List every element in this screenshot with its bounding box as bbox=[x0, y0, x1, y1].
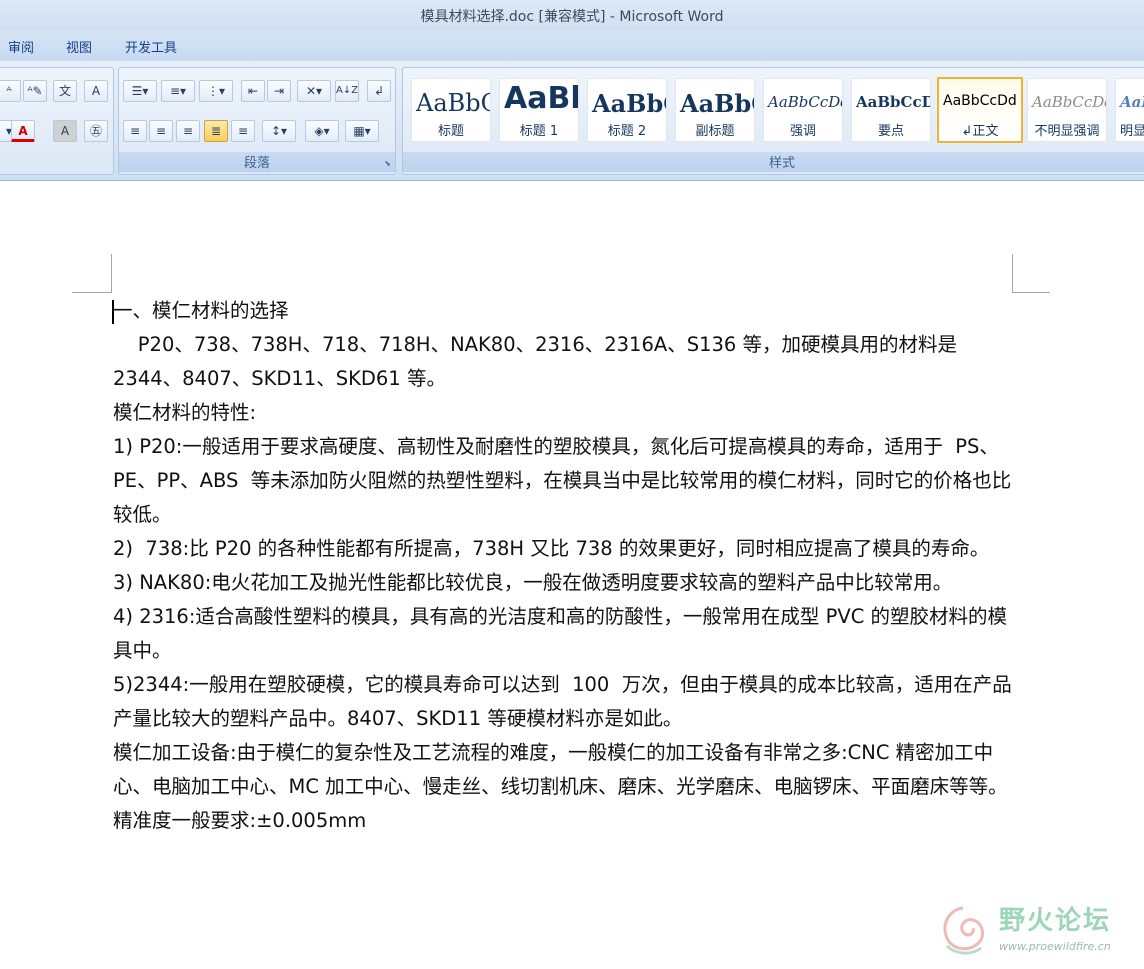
window-title: 模具材料选择.doc [兼容模式] - Microsoft Word bbox=[420, 9, 724, 25]
crop-mark-left-h bbox=[72, 292, 112, 293]
paragraph: 5)2344:一般用在塑胶硬模，它的模具寿命可以达到 100 万次，但由于模具的… bbox=[113, 673, 1012, 730]
ribbon-tabs: 审阅 视图 开发工具 bbox=[0, 31, 1144, 61]
document-area[interactable]: 一、模仁材料的选择 P20、738、738H、718、718H、NAK80、23… bbox=[0, 182, 1144, 969]
align-right-icon[interactable]: ≡ bbox=[176, 120, 200, 142]
style-name: 标题 1 bbox=[519, 124, 559, 139]
style-sample: AaB bbox=[1120, 93, 1144, 111]
paragraph: 模仁材料的特性: bbox=[113, 401, 257, 424]
clear-format-icon[interactable]: ᴬ✎ bbox=[23, 80, 47, 102]
enclose-char-icon[interactable]: ㊄ bbox=[84, 120, 108, 142]
ribbon: ᴬ ᴬ✎ 文 A ▾ A A ㊄ ☰▾ ≡▾ ⋮▾ ⇤ ⇥ ✕▾ A↓Z ↲ ≡… bbox=[0, 61, 1144, 181]
tab-view[interactable]: 视图 bbox=[66, 37, 92, 56]
style-name: 明显 bbox=[1120, 124, 1144, 139]
paragraph-group-label: 段落 bbox=[119, 152, 395, 172]
phonetic-guide-icon[interactable]: 文 bbox=[53, 80, 77, 102]
crop-mark-right-v bbox=[1012, 254, 1013, 292]
paragraph: 2) 738:比 P20 的各种性能都有所提高，738H 又比 738 的效果更… bbox=[113, 537, 990, 560]
distributed-icon[interactable]: ≡ bbox=[231, 120, 255, 142]
paragraph: P20、738、738H、718、718H、NAK80、2316、2316A、S… bbox=[113, 333, 964, 390]
borders-icon[interactable]: ▦▾ bbox=[345, 120, 379, 142]
style-subtle-emphasis[interactable]: AaBbCcDd 不明显强调 bbox=[1027, 78, 1107, 142]
align-left-icon[interactable]: ≡ bbox=[123, 120, 147, 142]
multilevel-list-icon[interactable]: ⋮▾ bbox=[199, 80, 233, 102]
shading-icon[interactable]: ◈▾ bbox=[305, 120, 339, 142]
paragraph-group: ☰▾ ≡▾ ⋮▾ ⇤ ⇥ ✕▾ A↓Z ↲ ≡ ≡ ≡ ≣ ≡ ↕▾ ◈▾ ▦▾… bbox=[118, 67, 396, 175]
justify-icon[interactable]: ≣ bbox=[204, 120, 228, 142]
style-normal[interactable]: AaBbCcDd ↲正文 bbox=[937, 77, 1023, 143]
tab-review[interactable]: 审阅 bbox=[8, 37, 34, 56]
style-sample: AaBb bbox=[504, 81, 578, 116]
watermark: 野火论坛 www.proewildfire.cn bbox=[935, 896, 1140, 960]
line-spacing-icon[interactable]: ↕▾ bbox=[262, 120, 296, 142]
paragraph: 3) NAK80:电火花加工及抛光性能都比较优良，一般在做透明度要求较高的塑料产… bbox=[113, 571, 953, 594]
watermark-url: www.proewildfire.cn bbox=[999, 940, 1111, 953]
style-name: 副标题 bbox=[695, 124, 735, 139]
sort-icon[interactable]: A↓Z bbox=[335, 80, 359, 102]
align-center-icon[interactable]: ≡ bbox=[149, 120, 173, 142]
font-color-icon[interactable]: A bbox=[11, 120, 35, 142]
style-sample: AaBbCcDd bbox=[768, 93, 843, 111]
style-sample: AaBbCcD bbox=[856, 93, 931, 111]
char-border-icon[interactable]: A bbox=[84, 80, 108, 102]
char-shading-icon[interactable]: A bbox=[53, 120, 77, 142]
increase-indent-icon[interactable]: ⇥ bbox=[267, 80, 291, 102]
paragraph: 精准度一般要求:±0.005mm bbox=[113, 809, 367, 832]
crop-mark-left-v bbox=[111, 254, 112, 292]
paragraph: 模仁加工设备:由于模仁的复杂性及工艺流程的难度，一般模仁的加工设备有非常之多:C… bbox=[113, 741, 1008, 798]
style-sample: AaBbC bbox=[592, 89, 666, 118]
shrink-font-icon[interactable]: ᴬ bbox=[0, 80, 21, 102]
chinese-layout-icon[interactable]: ✕▾ bbox=[297, 80, 331, 102]
style-heading2[interactable]: AaBbC 标题 2 bbox=[587, 78, 667, 142]
style-sample: AaBbCcDd bbox=[943, 93, 1017, 109]
watermark-logo-icon bbox=[943, 906, 985, 955]
style-subtitle[interactable]: AaBbC 副标题 bbox=[675, 78, 755, 142]
decrease-indent-icon[interactable]: ⇤ bbox=[241, 80, 265, 102]
style-name: 不明显强调 bbox=[1034, 124, 1100, 139]
style-name: 标题 2 bbox=[607, 124, 647, 139]
numbering-icon[interactable]: ≡▾ bbox=[161, 80, 195, 102]
style-strong[interactable]: AaBbCcD 要点 bbox=[851, 78, 931, 142]
style-sample: AaBbC bbox=[416, 89, 491, 117]
paragraph: 1) P20:一般适用于要求高硬度、高韧性及耐磨性的塑胶模具，氮化后可提高模具的… bbox=[113, 435, 1012, 526]
style-name: ↲正文 bbox=[961, 124, 999, 139]
paragraph: 4) 2316:适合高酸性塑料的模具，具有高的光洁度和高的防酸性，一般常用在成型… bbox=[113, 605, 1008, 662]
style-name: 要点 bbox=[877, 124, 904, 139]
style-sample: AaBbCcDd bbox=[1032, 93, 1107, 111]
heading-paragraph: 一、模仁材料的选择 bbox=[113, 299, 289, 322]
style-emphasis[interactable]: AaBbCcDd 强调 bbox=[763, 78, 843, 142]
style-sample: AaBbC bbox=[680, 89, 754, 118]
styles-group: AaBbC 标题 AaBb 标题 1 AaBbC 标题 2 AaBbC 副标题 … bbox=[402, 67, 1144, 175]
font-group: ᴬ ᴬ✎ 文 A ▾ A A ㊄ bbox=[0, 67, 114, 175]
style-name: 强调 bbox=[789, 124, 816, 139]
tab-developer[interactable]: 开发工具 bbox=[125, 37, 177, 56]
style-title[interactable]: AaBbC 标题 bbox=[411, 78, 491, 142]
show-marks-icon[interactable]: ↲ bbox=[367, 80, 391, 102]
style-name: 标题 bbox=[437, 124, 464, 139]
paragraph-launcher-icon[interactable]: ⬊ bbox=[384, 159, 391, 168]
crop-mark-right-h bbox=[1012, 292, 1050, 293]
watermark-text: 野火论坛 bbox=[999, 906, 1112, 936]
style-heading1[interactable]: AaBb 标题 1 bbox=[499, 78, 579, 142]
document-body[interactable]: 一、模仁材料的选择 P20、738、738H、718、718H、NAK80、23… bbox=[113, 294, 1018, 838]
bullets-icon[interactable]: ☰▾ bbox=[123, 80, 157, 102]
style-intense-emphasis[interactable]: AaB 明显 bbox=[1115, 78, 1144, 142]
title-bar: 模具材料选择.doc [兼容模式] - Microsoft Word bbox=[0, 0, 1144, 31]
styles-group-label: 样式 bbox=[403, 152, 1144, 172]
